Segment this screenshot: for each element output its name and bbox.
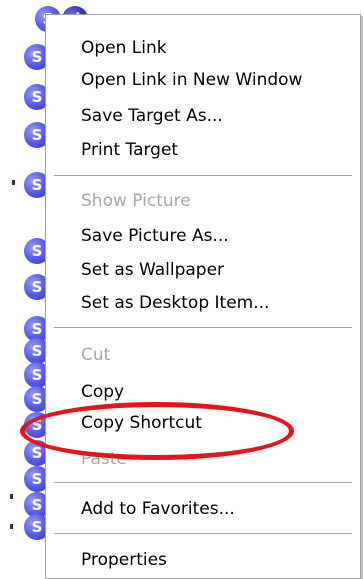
menu-item-label: Cut	[81, 345, 111, 365]
menu-item-label: Print Target	[81, 140, 179, 160]
menu-item-label: Show Picture	[81, 191, 191, 211]
menu-item-properties[interactable]: Properties	[46, 545, 360, 575]
menu-item-label: Add to Favorites...	[81, 499, 235, 519]
menu-item-label: Copy Shortcut	[81, 413, 202, 433]
menu-separator	[54, 533, 352, 535]
menu-item-save-picture-as[interactable]: Save Picture As...	[46, 221, 360, 251]
menu-item-add-to-favorites[interactable]: Add to Favorites...	[46, 494, 360, 524]
text-fragment	[12, 180, 15, 185]
menu-item-save-target-as[interactable]: Save Target As...	[46, 101, 360, 131]
menu-item-label: Properties	[81, 550, 167, 570]
menu-item-label: Paste	[81, 449, 127, 469]
menu-item-open-link-new-window[interactable]: Open Link in New Window	[46, 65, 360, 95]
menu-item-label: Set as Desktop Item...	[81, 293, 270, 313]
context-menu: Open Link Open Link in New Window Save T…	[45, 14, 361, 579]
menu-item-copy-shortcut[interactable]: Copy Shortcut	[46, 408, 360, 438]
menu-item-label: Save Target As...	[81, 106, 223, 126]
menu-item-label: Open Link in New Window	[81, 70, 303, 90]
menu-item-copy[interactable]: Copy	[46, 377, 360, 407]
menu-item-label: Set as Wallpaper	[81, 260, 225, 280]
menu-item-show-picture[interactable]: Show Picture	[46, 186, 360, 216]
menu-separator	[54, 175, 352, 177]
menu-item-paste[interactable]: Paste	[46, 444, 360, 474]
menu-item-label: Copy	[81, 382, 125, 402]
menu-item-label: Save Picture As...	[81, 226, 229, 246]
menu-separator	[54, 482, 352, 484]
text-fragment	[10, 494, 13, 499]
menu-item-set-as-wallpaper[interactable]: Set as Wallpaper	[46, 255, 360, 285]
menu-item-cut[interactable]: Cut	[46, 340, 360, 370]
menu-item-print-target[interactable]: Print Target	[46, 135, 360, 165]
text-fragment	[10, 524, 13, 529]
menu-item-label: Open Link	[81, 38, 167, 58]
menu-separator	[54, 327, 352, 329]
menu-item-set-as-desktop-item[interactable]: Set as Desktop Item...	[46, 288, 360, 318]
menu-item-open-link[interactable]: Open Link	[46, 33, 360, 63]
